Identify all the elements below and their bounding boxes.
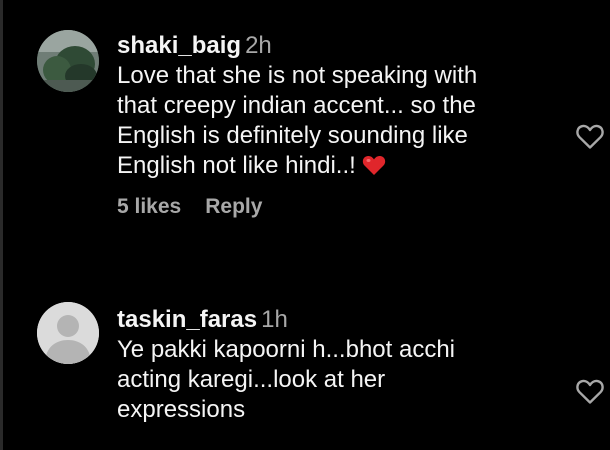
avatar[interactable] [37,302,99,364]
comment-header: taskin_faras 1h [117,305,557,335]
username[interactable]: shaki_baig [117,32,241,59]
profile-photo-image [37,30,99,92]
avatar[interactable] [37,30,99,92]
comment-text-content: Love that she is not speaking with that … [117,62,478,179]
reply-button[interactable]: Reply [205,195,262,218]
comment-body: taskin_faras 1h Ye pakki kapoorni h...bho… [117,305,557,425]
comment-text: Ye pakki kapoorni h...bhot acchi acting … [117,336,456,423]
timestamp: 2h [245,32,272,59]
username[interactable]: taskin_faras [117,306,257,333]
red-heart-emoji-icon [362,155,385,175]
heart-outline-icon [576,379,604,404]
comment-body: shaki_baig 2h Love that she is not speaki… [117,31,557,219]
comment-header: shaki_baig 2h [117,31,557,61]
comment-actions: 5 likes Reply [117,195,557,219]
heart-outline-icon [576,124,604,149]
like-button[interactable] [575,122,605,150]
timestamp: 1h [261,306,288,333]
comment-text: Love that she is not speaking with that … [117,61,557,181]
window-edge [0,0,3,450]
default-avatar-icon [37,302,99,364]
like-button[interactable] [575,377,605,405]
likes-count[interactable]: 5 likes [117,195,181,218]
